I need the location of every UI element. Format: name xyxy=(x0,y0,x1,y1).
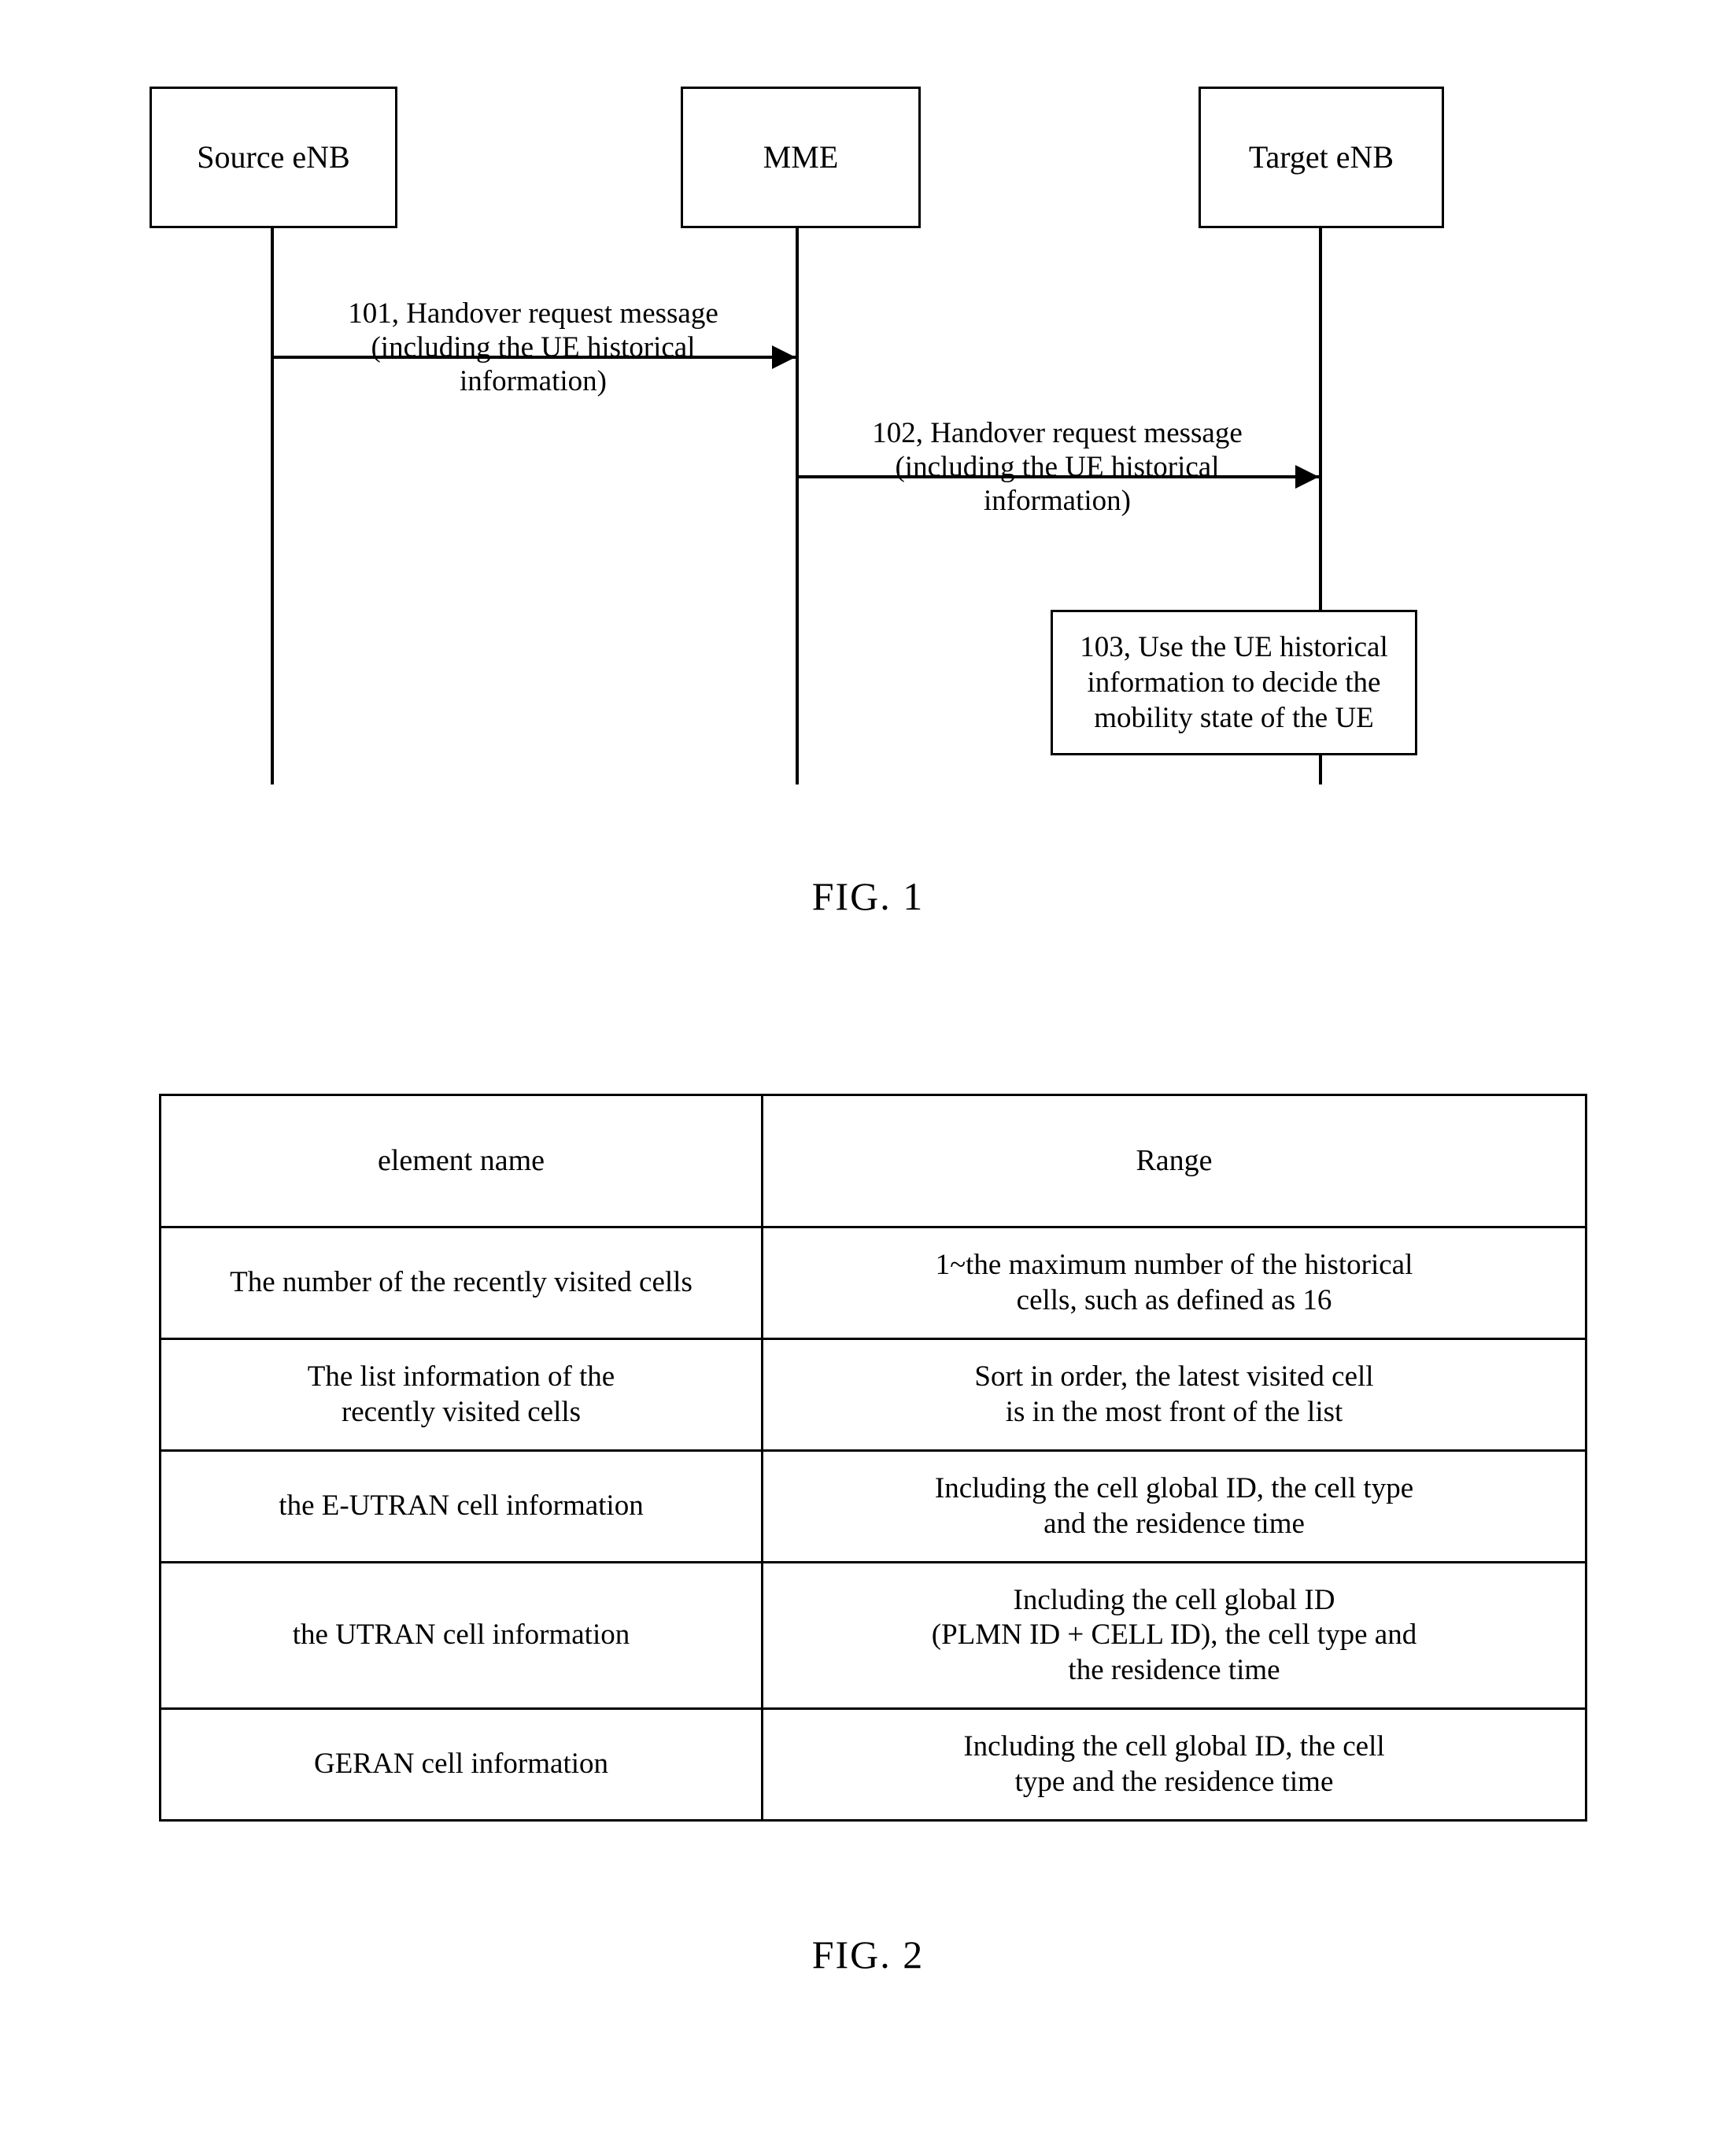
table-row: The list information of the recently vis… xyxy=(159,1338,1587,1452)
message-label-102-line3: information) xyxy=(983,484,1131,517)
process-box-103-line3: mobility state of the UE xyxy=(1094,702,1374,735)
actor-box-mme: MME xyxy=(681,87,921,228)
message-label-102-line1: 102, Handover request message xyxy=(872,417,1243,449)
table-cell-range-line1: Including the cell global ID, the cell t… xyxy=(934,1472,1414,1505)
figure-1-sequence-diagram: Source eNB MME Target eNB 101, Handover … xyxy=(0,0,1736,968)
process-box-103-text: 103, Use the UE historical information t… xyxy=(1080,629,1388,736)
table-cell-range-line3: the residence time xyxy=(1068,1653,1280,1686)
table-cell-range-line1: Sort in order, the latest visited cell xyxy=(974,1360,1374,1393)
table-header-element-name: element name xyxy=(159,1094,763,1228)
process-box-103-line2: information to decide the xyxy=(1087,666,1381,699)
actor-label-mme: MME xyxy=(763,139,839,175)
table-cell-range-line2: (PLMN ID + CELL ID), the cell type and xyxy=(931,1619,1417,1652)
table-cell-element-name: The list information of the recently vis… xyxy=(159,1338,763,1452)
element-range-table: element name Range The number of the rec… xyxy=(159,1094,1587,1822)
table-cell-range-line2: cells, such as defined as 16 xyxy=(1016,1283,1332,1316)
table-cell-range-line1: 1~the maximum number of the historical xyxy=(935,1249,1413,1282)
table-cell-range-line2: is in the most front of the list xyxy=(1005,1395,1343,1428)
actor-box-target-enb: Target eNB xyxy=(1199,87,1444,228)
table-cell-range: Including the cell global ID, the cell t… xyxy=(761,1707,1587,1822)
table-row: GERAN cell information Including the cel… xyxy=(159,1707,1587,1822)
process-box-103-line1: 103, Use the UE historical xyxy=(1080,630,1388,663)
table-cell-range: 1~the maximum number of the historical c… xyxy=(761,1226,1587,1340)
table-cell-range: Including the cell global ID, the cell t… xyxy=(761,1449,1587,1563)
message-label-101-line3: information) xyxy=(459,364,607,397)
actor-label-source-enb: Source eNB xyxy=(197,139,350,175)
process-box-103: 103, Use the UE historical information t… xyxy=(1051,610,1417,755)
table-row: The number of the recently visited cells… xyxy=(159,1226,1587,1340)
table-cell-range: Including the cell global ID (PLMN ID + … xyxy=(761,1561,1587,1710)
table-cell-range: Sort in order, the latest visited cell i… xyxy=(761,1338,1587,1452)
message-label-101-line1: 101, Handover request message xyxy=(348,297,718,330)
actor-box-source-enb: Source eNB xyxy=(150,87,397,228)
table-cell-range-line2: type and the residence time xyxy=(1014,1765,1334,1798)
table-cell-range-line1: Including the cell global ID, the cell xyxy=(963,1730,1385,1763)
table-cell-element-name: the UTRAN cell information xyxy=(159,1561,763,1710)
table-header-row: element name Range xyxy=(159,1094,1587,1228)
actor-label-target-enb: Target eNB xyxy=(1248,139,1394,175)
table-cell-element-name: GERAN cell information xyxy=(159,1707,763,1822)
figure-2-caption: FIG. 2 xyxy=(811,1932,925,1977)
message-label-101: 101, Handover request message (including… xyxy=(271,297,796,399)
table-cell-element-name: the E-UTRAN cell information xyxy=(159,1449,763,1563)
message-label-102-line2: (including the UE historical xyxy=(895,450,1220,483)
message-label-101-line2: (including the UE historical xyxy=(371,330,696,364)
table-row: the UTRAN cell information Including the… xyxy=(159,1561,1587,1710)
figure-1-caption: FIG. 1 xyxy=(811,874,925,918)
table-cell-element-name-line1: The list information of the xyxy=(307,1360,615,1393)
table-cell-range-line2: and the residence time xyxy=(1043,1507,1305,1540)
table-cell-range-line1: Including the cell global ID xyxy=(1013,1583,1335,1616)
table-header-range: Range xyxy=(761,1094,1587,1228)
table-row: the E-UTRAN cell information Including t… xyxy=(159,1449,1587,1563)
message-label-102: 102, Handover request message (including… xyxy=(796,417,1319,519)
table-cell-element-name-line2: recently visited cells xyxy=(341,1395,582,1428)
table-cell-element-name: The number of the recently visited cells xyxy=(159,1226,763,1340)
figure-2-table: element name Range The number of the rec… xyxy=(0,968,1736,2141)
